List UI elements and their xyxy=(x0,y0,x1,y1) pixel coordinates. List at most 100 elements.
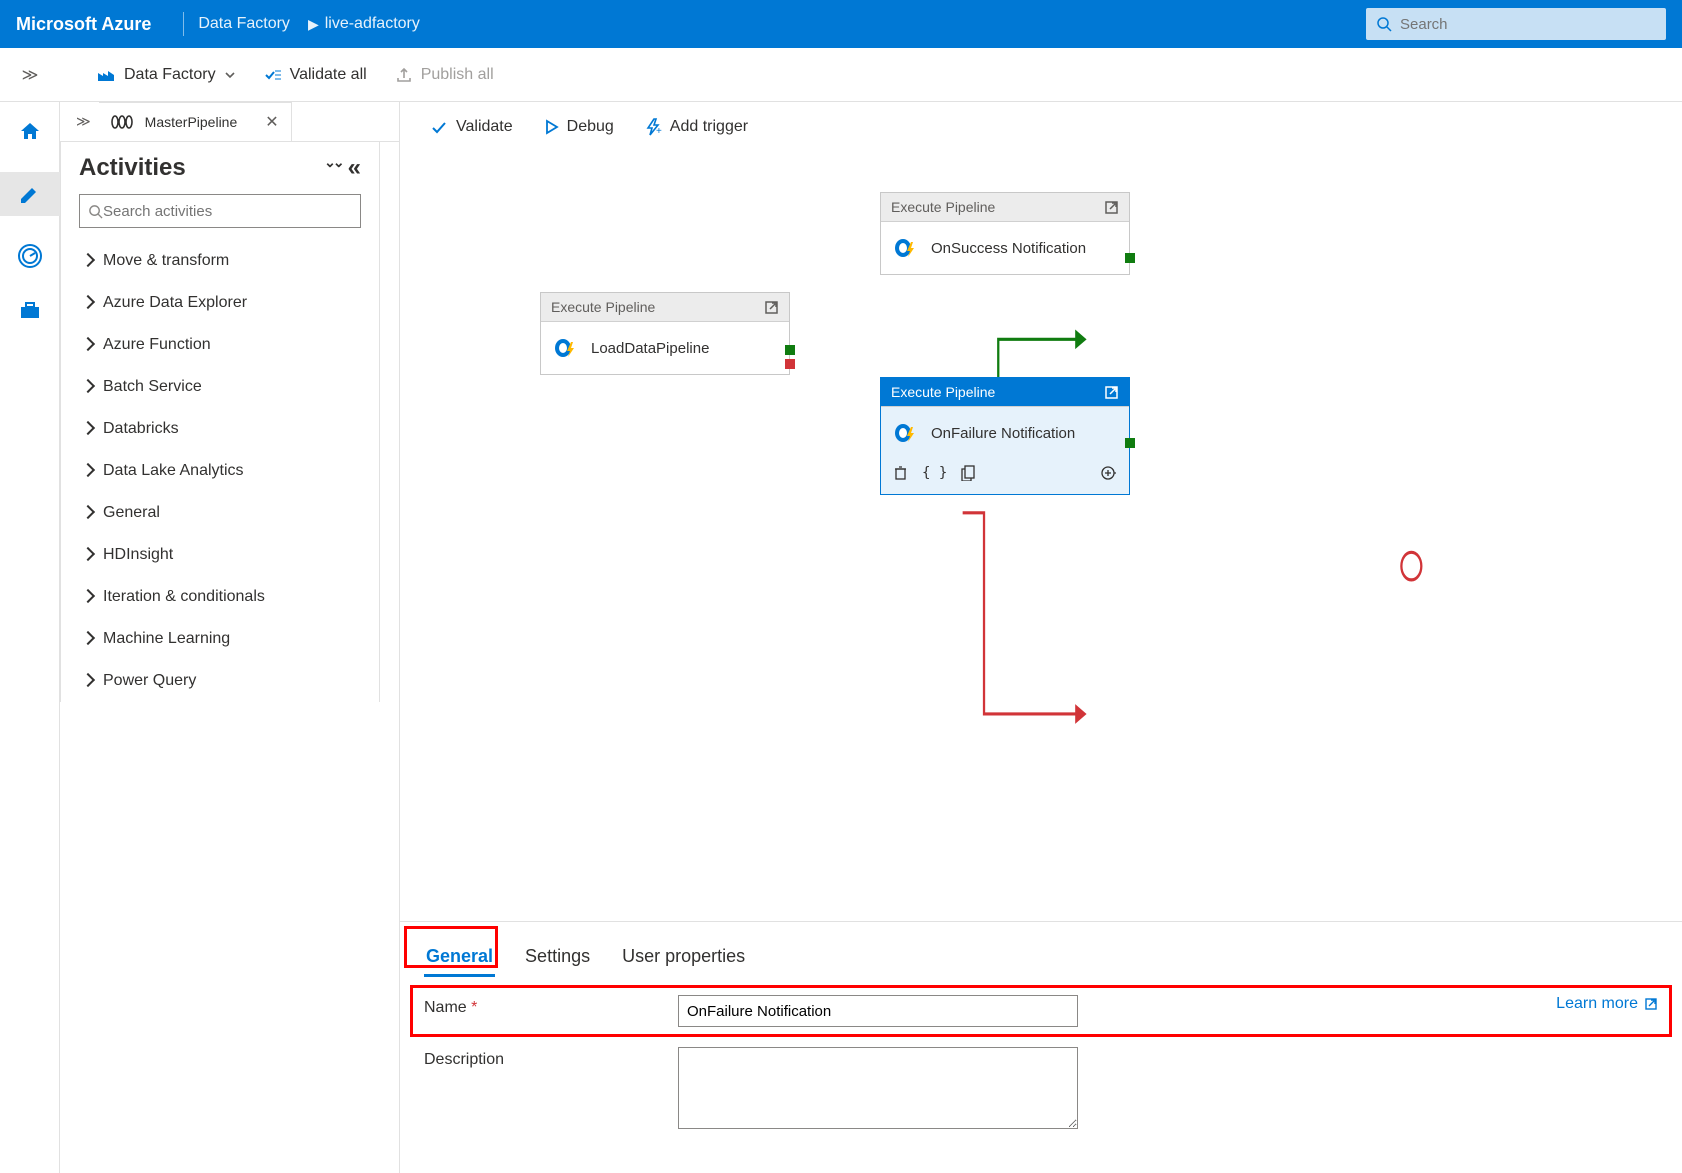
external-link-icon xyxy=(1644,997,1658,1011)
canvas-toolbar: Validate Debug + Add trigger xyxy=(400,102,1682,152)
chevron-right-icon xyxy=(83,420,93,438)
validate-label: Validate xyxy=(456,118,513,136)
check-icon xyxy=(430,118,448,136)
node-type-label: Execute Pipeline xyxy=(891,199,995,215)
chevron-right-icon xyxy=(83,336,93,354)
cat-label: Azure Data Explorer xyxy=(103,294,247,312)
activities-search-input[interactable] xyxy=(103,203,352,220)
cat-label: Data Lake Analytics xyxy=(103,462,244,480)
node-type-label: Execute Pipeline xyxy=(551,299,655,315)
chevron-right-icon xyxy=(83,378,93,396)
open-icon[interactable] xyxy=(1104,385,1119,400)
collapse-panel-icon[interactable]: ≫ xyxy=(68,113,99,130)
node-type-label: Execute Pipeline xyxy=(891,384,995,400)
validate-all-label: Validate all xyxy=(290,66,367,84)
success-port[interactable] xyxy=(785,345,795,355)
activities-panel: Activities ⌄⌄ « Move & transform Azure D… xyxy=(60,142,380,702)
tab-settings[interactable]: Settings xyxy=(523,940,592,977)
cat-databricks[interactable]: Databricks xyxy=(79,408,361,450)
learn-more-link[interactable]: Learn more xyxy=(1556,995,1658,1013)
upload-icon xyxy=(395,66,413,84)
tab-user-properties[interactable]: User properties xyxy=(620,940,747,977)
hide-panel-icon[interactable]: « xyxy=(348,154,361,182)
chevron-right-icon xyxy=(83,462,93,480)
description-label: Description xyxy=(424,1047,654,1069)
nav-manage[interactable] xyxy=(16,296,44,324)
open-icon[interactable] xyxy=(1104,200,1119,215)
validate-all-button[interactable]: Validate all xyxy=(264,66,367,84)
svg-text:+: + xyxy=(656,126,662,136)
close-tab-icon[interactable]: ✕ xyxy=(265,112,278,132)
expand-rail-icon[interactable]: ≫ xyxy=(22,65,39,85)
tab-masterpipeline[interactable]: MasterPipeline ✕ xyxy=(99,102,292,141)
node-name-label: LoadDataPipeline xyxy=(591,340,709,357)
editor-tabs: ≫ MasterPipeline ✕ xyxy=(60,102,399,142)
chevron-right-icon xyxy=(83,672,93,690)
activities-heading: Activities xyxy=(79,154,186,182)
scope-dropdown[interactable]: Data Factory xyxy=(96,65,236,85)
cat-azure-function[interactable]: Azure Function xyxy=(79,324,361,366)
scope-label: Data Factory xyxy=(124,66,216,84)
description-input[interactable] xyxy=(678,1047,1078,1129)
cat-iteration-conditionals[interactable]: Iteration & conditionals xyxy=(79,576,361,618)
activities-search[interactable] xyxy=(79,194,361,228)
cat-label: Iteration & conditionals xyxy=(103,588,265,606)
cat-azure-data-explorer[interactable]: Azure Data Explorer xyxy=(79,282,361,324)
nav-author[interactable] xyxy=(0,172,60,216)
play-icon xyxy=(543,119,559,135)
pencil-icon xyxy=(18,182,42,206)
chevron-right-icon xyxy=(83,546,93,564)
chevron-right-icon xyxy=(83,504,93,522)
cat-label: General xyxy=(103,504,160,522)
chevron-right-icon xyxy=(83,630,93,648)
global-search-input[interactable] xyxy=(1400,16,1656,33)
node-loaddatapipeline[interactable]: Execute Pipeline LoadDataPipeline xyxy=(540,292,790,375)
cat-data-lake-analytics[interactable]: Data Lake Analytics xyxy=(79,450,361,492)
global-search[interactable] xyxy=(1366,8,1666,40)
success-port[interactable] xyxy=(1125,438,1135,448)
open-icon[interactable] xyxy=(764,300,779,315)
validate-button[interactable]: Validate xyxy=(430,118,513,136)
debug-button[interactable]: Debug xyxy=(543,118,614,136)
pipeline-icon xyxy=(111,114,133,130)
pipeline-activity-icon xyxy=(893,421,921,445)
node-name-label: OnFailure Notification xyxy=(931,425,1075,442)
chevron-down-icon xyxy=(224,69,236,81)
cat-batch-service[interactable]: Batch Service xyxy=(79,366,361,408)
breadcrumb-leaf[interactable]: live-adfactory xyxy=(325,15,420,33)
chevron-right-icon xyxy=(83,294,93,312)
breadcrumb-sep-icon: ▶ xyxy=(308,16,319,33)
add-trigger-button[interactable]: + Add trigger xyxy=(644,118,748,136)
brand-label: Microsoft Azure xyxy=(16,14,151,35)
cat-general[interactable]: General xyxy=(79,492,361,534)
pipeline-canvas[interactable]: Execute Pipeline LoadDataPipeline Execut… xyxy=(400,152,1682,921)
publish-all-label: Publish all xyxy=(421,66,494,84)
publish-all-button[interactable]: Publish all xyxy=(395,66,494,84)
nav-home[interactable] xyxy=(16,118,44,146)
node-onfailure[interactable]: Execute Pipeline OnFailure Notification … xyxy=(880,377,1130,495)
failure-port[interactable] xyxy=(785,359,795,369)
node-onsuccess[interactable]: Execute Pipeline OnSuccess Notification xyxy=(880,192,1130,275)
add-trigger-label: Add trigger xyxy=(670,118,748,136)
cat-machine-learning[interactable]: Machine Learning xyxy=(79,618,361,660)
cat-move-transform[interactable]: Move & transform xyxy=(79,240,361,282)
chevron-right-icon xyxy=(83,252,93,270)
add-output-icon[interactable] xyxy=(1101,465,1117,481)
delete-icon[interactable] xyxy=(893,465,908,480)
breadcrumb-root[interactable]: Data Factory xyxy=(198,15,290,33)
cat-hdinsight[interactable]: HDInsight xyxy=(79,534,361,576)
search-icon xyxy=(1376,16,1392,32)
success-port[interactable] xyxy=(1125,253,1135,263)
home-icon xyxy=(18,120,42,144)
name-input[interactable] xyxy=(678,995,1078,1027)
left-nav-rail xyxy=(0,102,60,1173)
pipeline-activity-icon xyxy=(893,236,921,260)
search-icon xyxy=(88,204,103,219)
copy-icon[interactable] xyxy=(961,465,975,481)
braces-icon[interactable]: { } xyxy=(922,465,947,484)
cat-power-query[interactable]: Power Query xyxy=(79,660,361,702)
lightning-icon: + xyxy=(644,118,662,136)
tab-general[interactable]: General xyxy=(424,940,495,977)
collapse-all-icon[interactable]: ⌄⌄ xyxy=(324,154,341,182)
nav-monitor[interactable] xyxy=(16,242,44,270)
